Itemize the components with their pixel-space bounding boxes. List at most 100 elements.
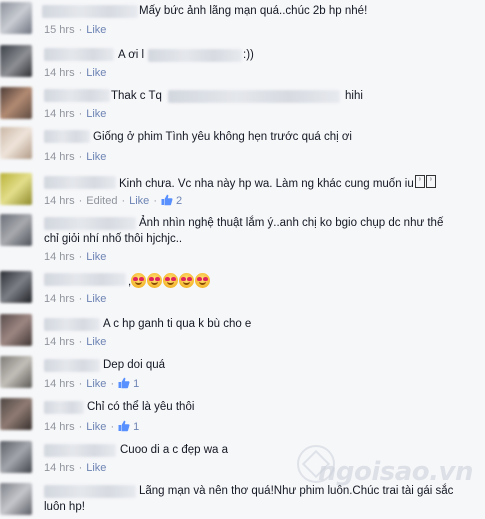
comment-timestamp[interactable]: 14 hrs <box>44 378 75 390</box>
comment-text: Dep doi quá <box>103 359 166 371</box>
meta-separator: · <box>121 195 126 207</box>
comment-text-line: luôn hp! <box>44 501 85 513</box>
like-link[interactable]: Like <box>86 24 106 36</box>
commenter-name-redacted[interactable] <box>44 48 114 61</box>
thumbs-up-icon <box>118 420 130 432</box>
commenter-name-redacted[interactable] <box>44 485 136 498</box>
comment-meta: 14 hrs · Edited · Like · 2 <box>44 194 182 207</box>
commenter-name-redacted[interactable] <box>44 89 110 102</box>
edited-label[interactable]: Edited <box>86 195 117 207</box>
like-count[interactable]: 1 <box>118 377 140 390</box>
meta-separator: · <box>78 251 83 263</box>
like-link[interactable]: Like <box>129 195 149 207</box>
comment-text-part: A ơi l <box>118 49 145 61</box>
meta-separator: · <box>153 195 157 207</box>
thumbs-up-icon <box>118 377 130 389</box>
meta-separator: · <box>78 378 83 390</box>
like-count[interactable]: 1 <box>118 420 140 433</box>
comment-text: A c hp ganh ti qua k bù cho e <box>103 318 252 330</box>
avatar[interactable] <box>0 214 32 246</box>
meta-separator: · <box>78 195 83 207</box>
meta-separator: · <box>110 378 115 390</box>
avatar[interactable] <box>0 441 32 473</box>
avatar[interactable] <box>0 483 32 515</box>
commenter-name-redacted[interactable] <box>44 130 90 143</box>
comment-text: Cuoo di a c đẹp wa a <box>120 444 229 456</box>
mention-redacted[interactable] <box>148 49 242 62</box>
comment-meta: 14 hrs · Like <box>44 108 106 120</box>
comment-meta: 14 hrs · Like <box>44 251 106 263</box>
commenter-name-redacted[interactable] <box>44 318 100 331</box>
comment-timestamp[interactable]: 14 hrs <box>44 251 75 263</box>
like-link[interactable]: Like <box>86 462 106 474</box>
like-link[interactable]: Like <box>86 421 106 433</box>
commenter-name-redacted[interactable] <box>44 273 126 286</box>
unsupported-char-icon: ▯ <box>414 175 425 188</box>
comment-timestamp[interactable]: 14 hrs <box>44 293 75 305</box>
meta-separator: · <box>78 421 83 433</box>
like-count[interactable]: 2 <box>161 194 182 207</box>
avatar[interactable] <box>0 2 32 34</box>
comment-timestamp[interactable]: 14 hrs <box>44 195 75 207</box>
comment-text: Mấy bức ảnh lãng mạn quá..chúc 2b hp nhé… <box>139 5 368 17</box>
commenter-name-redacted[interactable] <box>44 176 116 189</box>
meta-separator: · <box>78 293 83 305</box>
comment-text: Kinh chưa. Vc nha này hp wa. Làm ng khác… <box>119 175 436 192</box>
meta-separator: · <box>78 336 83 348</box>
heart-eyes-emoji-icon <box>195 273 211 288</box>
avatar[interactable] <box>0 356 32 388</box>
commenter-name-redacted[interactable] <box>44 359 100 372</box>
meta-separator: · <box>78 462 83 474</box>
heart-eyes-emoji-icon <box>147 273 163 288</box>
comment-meta: 15 hrs · Like <box>44 24 106 36</box>
comment-text-body: Kinh chưa. Vc nha này hp wa. Làm ng khác… <box>119 178 414 190</box>
avatar[interactable] <box>0 314 32 346</box>
avatar[interactable] <box>0 173 32 205</box>
avatar[interactable] <box>0 87 32 119</box>
comment-text-part: Thak c Tq <box>111 90 162 102</box>
commenter-name-redacted[interactable] <box>44 401 84 414</box>
like-count-value: 1 <box>133 378 140 390</box>
comment-timestamp[interactable]: 14 hrs <box>44 108 75 120</box>
avatar[interactable] <box>0 45 32 77</box>
like-link[interactable]: Like <box>86 336 106 348</box>
meta-separator: · <box>78 151 83 163</box>
watermark-logo: ngoisao.vn <box>317 457 474 487</box>
like-count-value: 1 <box>133 421 140 433</box>
heart-eyes-emoji-icon <box>179 273 195 288</box>
avatar[interactable] <box>0 271 32 303</box>
like-link[interactable]: Like <box>86 251 106 263</box>
like-link[interactable]: Like <box>86 293 106 305</box>
avatar[interactable] <box>0 398 32 430</box>
comment-meta: 14 hrs · Like · 1 <box>44 420 139 433</box>
commenter-name-redacted[interactable] <box>44 444 116 457</box>
comment-timestamp[interactable]: 14 hrs <box>44 336 75 348</box>
comment-text: Giống ở phim Tình yêu không hẹn trước qu… <box>93 131 352 143</box>
comment-timestamp[interactable]: 14 hrs <box>44 151 75 163</box>
comment-meta: 14 hrs · Like <box>44 293 106 305</box>
comment-timestamp[interactable]: 14 hrs <box>44 67 75 79</box>
commenter-name-redacted[interactable] <box>44 217 136 230</box>
comment-meta: 14 hrs · Like <box>44 462 106 474</box>
comment-meta: 14 hrs · Like <box>44 336 106 348</box>
commenter-name-redacted[interactable] <box>42 5 138 18</box>
comment-emoji-row: , <box>128 273 211 290</box>
like-link[interactable]: Like <box>86 108 106 120</box>
comment-text-line: Ảnh nhìn nghệ thuật lắm ý..anh chị ko bg… <box>139 217 444 229</box>
comment-text-part: :)) <box>243 49 254 61</box>
mention-redacted[interactable] <box>168 90 340 103</box>
thumbs-up-icon <box>161 194 173 206</box>
meta-separator: · <box>78 24 83 36</box>
comment-timestamp[interactable]: 14 hrs <box>44 421 75 433</box>
avatar[interactable] <box>0 127 32 159</box>
meta-separator: · <box>110 421 115 433</box>
like-link[interactable]: Like <box>86 378 106 390</box>
like-link[interactable]: Like <box>86 151 106 163</box>
like-link[interactable]: Like <box>86 67 106 79</box>
meta-separator: · <box>78 67 83 79</box>
comment-text-part: hihi <box>345 90 363 102</box>
comment-timestamp[interactable]: 14 hrs <box>44 462 75 474</box>
comment-timestamp[interactable]: 15 hrs <box>44 24 75 36</box>
comment-text: Chỉ có thể là yêu thôi <box>87 401 195 413</box>
comment-meta: 14 hrs · Like <box>44 67 106 79</box>
